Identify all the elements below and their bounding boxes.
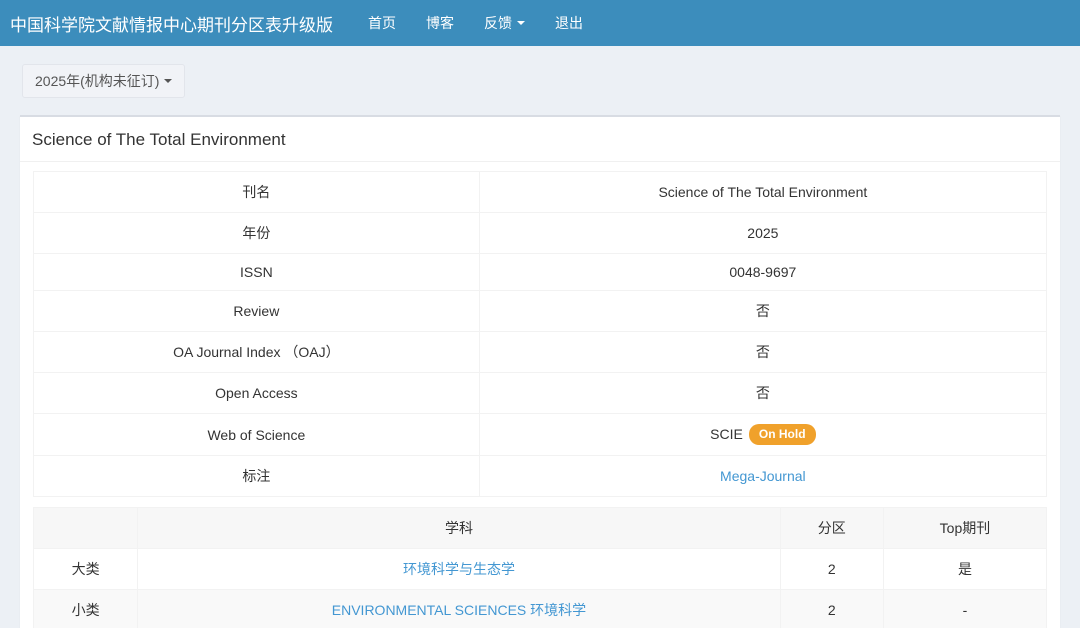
- partition-value: 2: [780, 549, 883, 590]
- table-row: 年份 2025: [34, 213, 1047, 254]
- field-value: SCIE On Hold: [479, 414, 1046, 456]
- category-type: 小类: [34, 590, 138, 628]
- table-row: 标注 Mega-Journal: [34, 456, 1047, 497]
- column-header-subject: 学科: [138, 508, 780, 549]
- nav-item-home[interactable]: 首页: [353, 0, 411, 46]
- column-header-top: Top期刊: [883, 508, 1046, 549]
- field-label: 刊名: [34, 172, 480, 213]
- table-row: Web of Science SCIE On Hold: [34, 414, 1047, 456]
- on-hold-status-badge: On Hold: [749, 424, 816, 445]
- brand-title[interactable]: 中国科学院文献情报中心期刊分区表升级版: [0, 0, 345, 46]
- partition-table: 学科 分区 Top期刊 大类 环境科学与生态学 2 是 小类 EN: [33, 507, 1047, 628]
- field-label: Review: [34, 291, 480, 332]
- toolbar: 2025年(机构未征订): [0, 46, 1080, 98]
- nav-item-home-label: 首页: [368, 13, 396, 33]
- field-value: 2025: [479, 213, 1046, 254]
- field-label: Open Access: [34, 373, 480, 414]
- top-journal-value: -: [883, 590, 1046, 628]
- nav-item-feedback[interactable]: 反馈: [469, 0, 540, 46]
- table-row-major-category: 大类 环境科学与生态学 2 是: [34, 549, 1047, 590]
- year-dropdown-button[interactable]: 2025年(机构未征订): [22, 64, 185, 98]
- top-journal-value: 是: [883, 549, 1046, 590]
- category-type: 大类: [34, 549, 138, 590]
- field-value: 0048-9697: [479, 254, 1046, 291]
- field-label: 标注: [34, 456, 480, 497]
- table-row: 刊名 Science of The Total Environment: [34, 172, 1047, 213]
- chevron-down-icon: [517, 21, 525, 25]
- field-label: Web of Science: [34, 414, 480, 456]
- table-row-minor-category: 小类 ENVIRONMENTAL SCIENCES 环境科学 2 -: [34, 590, 1047, 628]
- table-row: Open Access 否: [34, 373, 1047, 414]
- subject-cell: ENVIRONMENTAL SCIENCES 环境科学: [138, 590, 780, 628]
- mega-journal-link[interactable]: Mega-Journal: [720, 468, 806, 484]
- partition-value: 2: [780, 590, 883, 628]
- journal-detail-panel: Science of The Total Environment 刊名 Scie…: [20, 115, 1060, 628]
- field-value: Mega-Journal: [479, 456, 1046, 497]
- journal-detail-table: 刊名 Science of The Total Environment 年份 2…: [33, 171, 1047, 497]
- nav-item-logout[interactable]: 退出: [540, 0, 598, 46]
- nav-item-blog-label: 博客: [426, 13, 454, 33]
- field-value: Science of The Total Environment: [479, 172, 1046, 213]
- nav-item-blog[interactable]: 博客: [411, 0, 469, 46]
- field-value: 否: [479, 373, 1046, 414]
- field-label: ISSN: [34, 254, 480, 291]
- field-value: 否: [479, 332, 1046, 373]
- field-label: OA Journal Index （OAJ）: [34, 332, 480, 373]
- table-header-row: 学科 分区 Top期刊: [34, 508, 1047, 549]
- page-title: Science of The Total Environment: [20, 117, 1060, 162]
- chevron-down-icon: [164, 79, 172, 83]
- panel-body: 刊名 Science of The Total Environment 年份 2…: [20, 162, 1060, 628]
- nav-menu: 首页 博客 反馈 退出: [353, 0, 598, 46]
- subject-cell: 环境科学与生态学: [138, 549, 780, 590]
- table-row: ISSN 0048-9697: [34, 254, 1047, 291]
- table-row: OA Journal Index （OAJ） 否: [34, 332, 1047, 373]
- subject-link[interactable]: ENVIRONMENTAL SCIENCES 环境科学: [332, 602, 586, 618]
- subject-link[interactable]: 环境科学与生态学: [403, 561, 515, 577]
- field-value: 否: [479, 291, 1046, 332]
- column-header-partition: 分区: [780, 508, 883, 549]
- field-label: 年份: [34, 213, 480, 254]
- column-header-empty: [34, 508, 138, 549]
- year-dropdown-label: 2025年(机构未征订): [35, 71, 159, 91]
- nav-item-logout-label: 退出: [555, 13, 583, 33]
- top-navbar: 中国科学院文献情报中心期刊分区表升级版 首页 博客 反馈 退出: [0, 0, 1080, 46]
- nav-item-feedback-label: 反馈: [484, 13, 512, 33]
- wos-index-value: SCIE: [710, 426, 743, 442]
- table-row: Review 否: [34, 291, 1047, 332]
